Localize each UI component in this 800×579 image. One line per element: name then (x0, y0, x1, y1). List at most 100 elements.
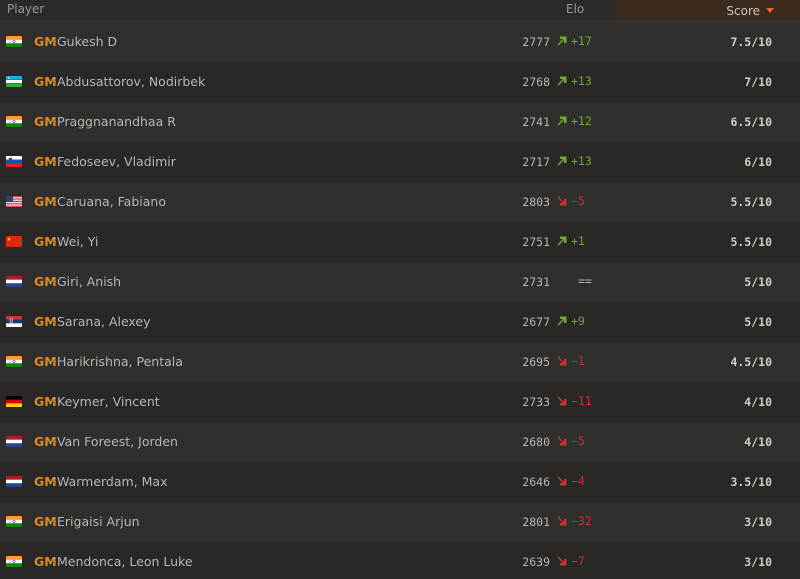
rating-change-value: −5 (571, 194, 585, 208)
table-row[interactable]: GM Erigaisi Arjun 2801 −32 3/10 (0, 502, 800, 542)
arrow-down-icon (556, 395, 568, 407)
player-score: 4/10 (744, 435, 772, 449)
arrow-down-icon (556, 555, 568, 567)
rating-change: +13 (556, 74, 592, 88)
header-score-sort-button[interactable]: Score (615, 0, 800, 21)
arrow-up-icon (556, 75, 568, 87)
player-title: GM (34, 74, 57, 89)
table-row[interactable]: GM Mendonca, Leon Luke 2639 −7 3/10 (0, 542, 800, 579)
player-name[interactable]: Sarana, Alexey (57, 314, 151, 329)
sort-desc-icon (766, 8, 774, 13)
player-name[interactable]: Keymer, Vincent (57, 394, 160, 409)
player-title: GM (34, 274, 57, 289)
standings-table: Player Elo Score GM Gukesh D 2777 +17 7.5/10… (0, 0, 800, 579)
player-name[interactable]: Van Foreest, Jorden (57, 434, 178, 449)
rating-change: −7 (556, 554, 585, 568)
player-score: 4.5/10 (730, 355, 772, 369)
rating-change-value: −7 (571, 554, 585, 568)
flag-in-icon (6, 36, 22, 47)
player-score: 6/10 (744, 155, 772, 169)
rating-change-value: −32 (571, 514, 592, 528)
player-name[interactable]: Fedoseev, Vladimir (57, 154, 176, 169)
player-name[interactable]: Harikrishna, Pentala (57, 354, 183, 369)
table-row[interactable]: GM Praggnanandhaa R 2741 +12 6.5/10 (0, 102, 800, 142)
player-score: 3/10 (744, 515, 772, 529)
player-name[interactable]: Abdusattorov, Nodirbek (57, 74, 205, 89)
flag-nl-icon (6, 476, 22, 487)
arrow-down-icon (556, 195, 568, 207)
flag-us-icon (6, 196, 22, 207)
player-name[interactable]: Warmerdam, Max (57, 474, 168, 489)
table-row[interactable]: GM Giri, Anish 2731 == 5/10 (0, 262, 800, 302)
table-row[interactable]: GM Warmerdam, Max 2646 −4 3.5/10 (0, 462, 800, 502)
player-elo: 2646 (522, 475, 550, 489)
player-name[interactable]: Erigaisi Arjun (57, 514, 140, 529)
rating-change-value: +17 (571, 34, 592, 48)
rating-change-value: +12 (571, 114, 592, 128)
arrow-down-icon (556, 475, 568, 487)
player-name[interactable]: Mendonca, Leon Luke (57, 554, 193, 569)
flag-si-icon (6, 156, 22, 167)
arrow-up-icon (556, 35, 568, 47)
table-row[interactable]: GM Van Foreest, Jorden 2680 −5 4/10 (0, 422, 800, 462)
player-title: GM (34, 394, 57, 409)
arrow-up-icon (556, 315, 568, 327)
player-title: GM (34, 354, 57, 369)
table-row[interactable]: GM Sarana, Alexey 2677 +9 5/10 (0, 302, 800, 342)
table-row[interactable]: GM Harikrishna, Pentala 2695 −1 4.5/10 (0, 342, 800, 382)
player-rows: GM Gukesh D 2777 +17 7.5/10 GM Abdusattorov, N… (0, 22, 800, 579)
player-score: 4/10 (744, 395, 772, 409)
flag-de-icon (6, 396, 22, 407)
player-name[interactable]: Giri, Anish (57, 274, 121, 289)
rating-change-value: == (578, 274, 592, 288)
player-elo: 2733 (522, 395, 550, 409)
player-title: GM (34, 474, 57, 489)
arrow-down-icon (556, 515, 568, 527)
table-row[interactable]: GM Keymer, Vincent 2733 −11 4/10 (0, 382, 800, 422)
player-score: 3.5/10 (730, 475, 772, 489)
flag-rs-icon (6, 316, 22, 327)
table-row[interactable]: GM Abdusattorov, Nodirbek 2768 +13 7/10 (0, 62, 800, 102)
arrow-down-icon (556, 355, 568, 367)
player-title: GM (34, 114, 57, 129)
arrow-up-icon (556, 155, 568, 167)
player-elo: 2695 (522, 355, 550, 369)
header-player[interactable]: Player (7, 2, 44, 16)
table-row[interactable]: GM Caruana, Fabiano 2803 −5 5.5/10 (0, 182, 800, 222)
arrow-up-icon (556, 235, 568, 247)
player-score: 7/10 (744, 75, 772, 89)
rating-change: +13 (556, 154, 592, 168)
rating-change-value: −1 (571, 354, 585, 368)
rating-change: == (578, 274, 592, 288)
header-elo[interactable]: Elo (566, 2, 584, 16)
player-elo: 2741 (522, 115, 550, 129)
player-name[interactable]: Wei, Yi (57, 234, 98, 249)
flag-in-icon (6, 556, 22, 567)
player-elo: 2768 (522, 75, 550, 89)
rating-change: −32 (556, 514, 592, 528)
player-elo: 2717 (522, 155, 550, 169)
table-row[interactable]: GM Gukesh D 2777 +17 7.5/10 (0, 22, 800, 62)
rating-change-value: −11 (571, 394, 592, 408)
player-name[interactable]: Praggnanandhaa R (57, 114, 176, 129)
player-name[interactable]: Gukesh D (57, 34, 117, 49)
flag-in-icon (6, 116, 22, 127)
rating-change-value: +1 (571, 234, 585, 248)
flag-in-icon (6, 516, 22, 527)
table-row[interactable]: GM Fedoseev, Vladimir 2717 +13 6/10 (0, 142, 800, 182)
player-title: GM (34, 514, 57, 529)
flag-uz-icon (6, 76, 22, 87)
player-name[interactable]: Caruana, Fabiano (57, 194, 166, 209)
player-elo: 2803 (522, 195, 550, 209)
rating-change-value: +13 (571, 74, 592, 88)
player-title: GM (34, 34, 57, 49)
table-header: Player Elo Score (0, 0, 800, 22)
player-elo: 2801 (522, 515, 550, 529)
rating-change: +9 (556, 314, 585, 328)
table-row[interactable]: GM Wei, Yi 2751 +1 5.5/10 (0, 222, 800, 262)
rating-change: −5 (556, 434, 585, 448)
player-title: GM (34, 154, 57, 169)
player-score: 5/10 (744, 275, 772, 289)
rating-change-value: −4 (571, 474, 585, 488)
flag-nl-icon (6, 436, 22, 447)
